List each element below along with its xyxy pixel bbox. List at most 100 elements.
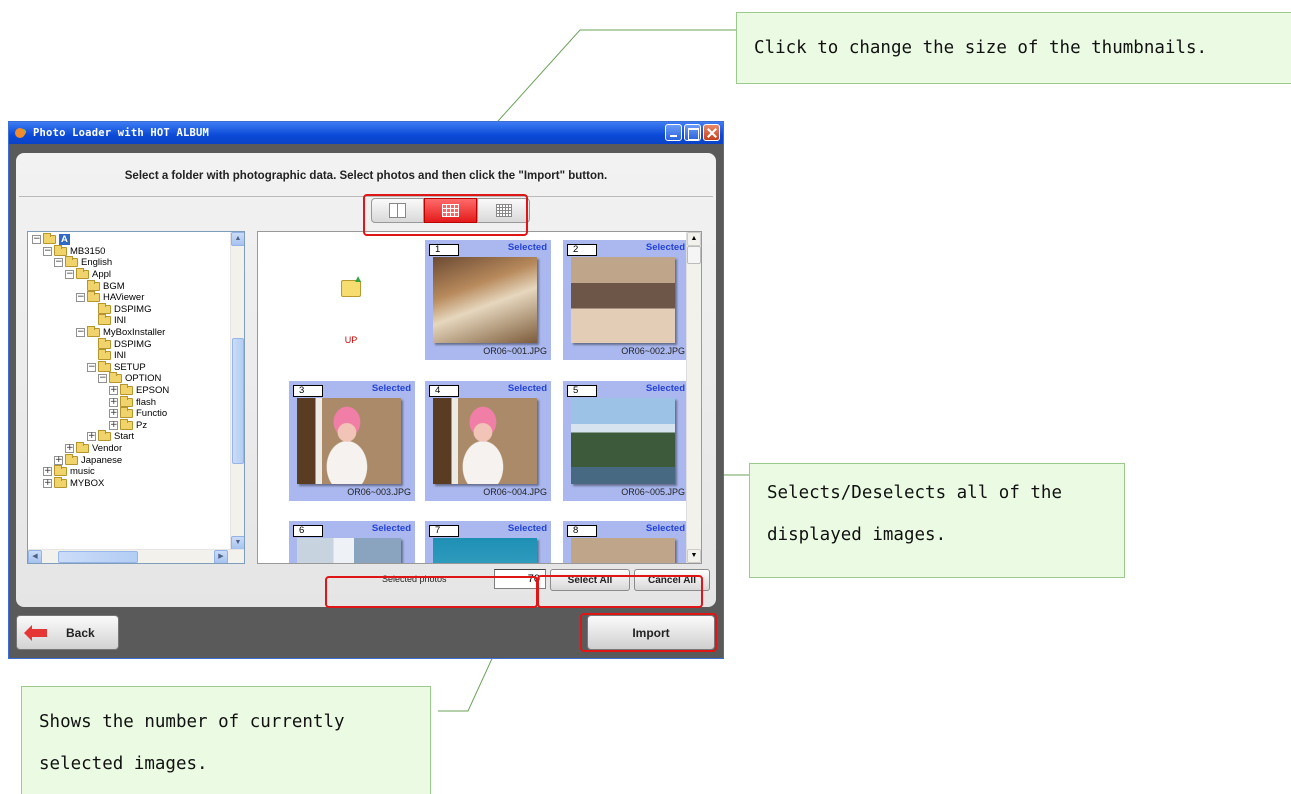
- collapse-icon[interactable]: −: [54, 258, 63, 268]
- expand-icon[interactable]: +: [87, 432, 96, 442]
- window-title: Photo Loader with HOT ALBUM: [33, 127, 210, 139]
- thumbnail-scroll-thumb[interactable]: [687, 246, 701, 264]
- scroll-up-icon[interactable]: ▲: [231, 232, 244, 246]
- tree-item-label: OPTION: [125, 373, 162, 385]
- thumbnail-number: 7: [429, 525, 459, 537]
- folder-icon: [87, 279, 100, 291]
- expand-icon[interactable]: +: [65, 443, 74, 453]
- tree-item[interactable]: + Vendor: [28, 441, 228, 455]
- tree-item-label: DSPIMG: [114, 303, 152, 315]
- thumbnail-item[interactable]: 3 Selected OR06~003.JPG: [289, 381, 415, 501]
- tree-item[interactable]: + music: [28, 465, 228, 478]
- back-button[interactable]: Back: [16, 615, 119, 650]
- folder-icon: [120, 407, 133, 419]
- tree-item[interactable]: − MB3150: [28, 244, 228, 258]
- tree-item[interactable]: − Appl: [28, 268, 228, 281]
- window-controls: [665, 124, 720, 141]
- thumbnail-item[interactable]: 5 Selected OR06~005.JPG: [563, 381, 689, 501]
- thumbnail-item[interactable]: 7 Selected: [425, 521, 551, 563]
- tree-item[interactable]: INI: [28, 349, 228, 362]
- tree-item[interactable]: − A: [28, 233, 228, 246]
- collapse-icon[interactable]: −: [76, 328, 85, 338]
- tree-item[interactable]: + Japanese: [28, 453, 228, 466]
- thumbnail-item[interactable]: 6 Selected: [289, 521, 415, 563]
- collapse-icon[interactable]: −: [32, 235, 41, 245]
- expand-icon[interactable]: +: [43, 467, 52, 477]
- tree-item[interactable]: + Pz: [28, 418, 228, 432]
- tree-item[interactable]: − English: [28, 256, 228, 269]
- close-icon[interactable]: [703, 124, 720, 141]
- up-folder-item[interactable]: UP: [334, 274, 368, 345]
- tree-item[interactable]: − OPTION: [28, 372, 228, 385]
- thumbnail-number: 8: [567, 525, 597, 537]
- expand-icon[interactable]: +: [109, 386, 118, 396]
- tree-scroll-thumb[interactable]: [232, 338, 244, 464]
- selected-badge: Selected: [371, 383, 411, 394]
- thumbnail-filename: OR06~001.JPG: [483, 346, 547, 356]
- tree-item-label: INI: [114, 315, 127, 327]
- tree-item[interactable]: + EPSON: [28, 384, 228, 397]
- collapse-icon[interactable]: −: [65, 270, 74, 280]
- scroll-left-icon[interactable]: ◀: [28, 550, 42, 563]
- collapse-icon[interactable]: −: [98, 374, 107, 384]
- minimize-icon[interactable]: [665, 124, 682, 141]
- scroll-right-icon[interactable]: ▶: [214, 550, 228, 563]
- tree-item-label: Functio: [136, 408, 168, 420]
- tree-item[interactable]: + Functio: [28, 407, 228, 420]
- folder-tree: − A − MB3150− English − Appl BGM − HAViewer DSPIMG…: [27, 231, 245, 564]
- tree-item-label: A: [59, 234, 70, 246]
- thumbnail-scrollbar[interactable]: ▲ ▼: [686, 232, 701, 563]
- tree-item[interactable]: − SETUP: [28, 360, 228, 374]
- thumbnail-number: 5: [567, 385, 597, 397]
- expand-icon[interactable]: +: [43, 478, 52, 488]
- expand-icon[interactable]: +: [109, 420, 118, 430]
- girl-pink-hat-photo: [433, 398, 537, 484]
- thumbnail-number: 6: [293, 525, 323, 537]
- collapse-icon[interactable]: −: [87, 362, 96, 372]
- tree-hscroll-thumb[interactable]: [58, 551, 138, 563]
- tree-item-label: Appl: [92, 269, 112, 281]
- folder-icon: [120, 418, 133, 430]
- folder-icon: [54, 476, 67, 488]
- instruction-text: Select a folder with photographic data. …: [124, 170, 608, 182]
- selected-badge: Selected: [645, 383, 685, 394]
- thumbnail-item[interactable]: 4 Selected OR06~004.JPG: [425, 381, 551, 501]
- tree-item[interactable]: DSPIMG: [28, 302, 228, 316]
- expand-icon[interactable]: +: [109, 409, 118, 419]
- tree-vertical-scrollbar[interactable]: ▲ ▼: [230, 232, 244, 550]
- tree-horizontal-scrollbar[interactable]: ◀ ▶: [28, 549, 244, 563]
- tree-item[interactable]: DSPIMG: [28, 337, 228, 350]
- expand-icon[interactable]: +: [54, 455, 63, 465]
- thumbnail-filename: OR06~004.JPG: [483, 487, 547, 497]
- expand-icon[interactable]: +: [109, 397, 118, 407]
- tree-item[interactable]: + MYBOX: [28, 476, 228, 489]
- palm-trees-photo: [571, 398, 675, 484]
- thumbnail-item[interactable]: 1 Selected OR06~001.JPG: [425, 240, 551, 360]
- collapse-icon[interactable]: −: [43, 246, 52, 256]
- tree-item[interactable]: − MyBoxInstaller: [28, 326, 228, 339]
- window-titlebar[interactable]: Photo Loader with HOT ALBUM: [9, 122, 723, 144]
- folder-icon: [98, 430, 111, 442]
- thumbnail-number: 3: [293, 385, 323, 397]
- scroll-down-icon[interactable]: ▼: [687, 549, 701, 563]
- scroll-down-icon[interactable]: ▼: [231, 536, 244, 550]
- tree-item[interactable]: INI: [28, 314, 228, 327]
- collapse-icon[interactable]: −: [76, 293, 85, 303]
- scroll-up-icon[interactable]: ▲: [687, 232, 701, 246]
- folder-icon: [109, 372, 122, 384]
- tree-item[interactable]: + Start: [28, 430, 228, 443]
- thumbnail-item[interactable]: 8 Selected: [563, 521, 689, 563]
- thumbnail-number: 4: [429, 385, 459, 397]
- tree-item-label: EPSON: [136, 385, 170, 397]
- thumbnail-view: UP 1 Selected OR06~001.JPG 2 Selected OR06~00…: [257, 231, 702, 564]
- folder-tree-list: − A − MB3150− English − Appl BGM − HAViewer DSPIMG…: [28, 233, 228, 489]
- tree-item[interactable]: BGM: [28, 279, 228, 292]
- tree-item[interactable]: + flash: [28, 395, 228, 408]
- folder-icon: [120, 395, 133, 407]
- selected-badge: Selected: [371, 523, 411, 534]
- folder-icon: [98, 337, 111, 349]
- tree-item[interactable]: − HAViewer: [28, 291, 228, 304]
- thumbnail-item[interactable]: 2 Selected OR06~002.JPG: [563, 240, 689, 360]
- folder-icon: [65, 256, 78, 268]
- maximize-icon[interactable]: [684, 124, 701, 141]
